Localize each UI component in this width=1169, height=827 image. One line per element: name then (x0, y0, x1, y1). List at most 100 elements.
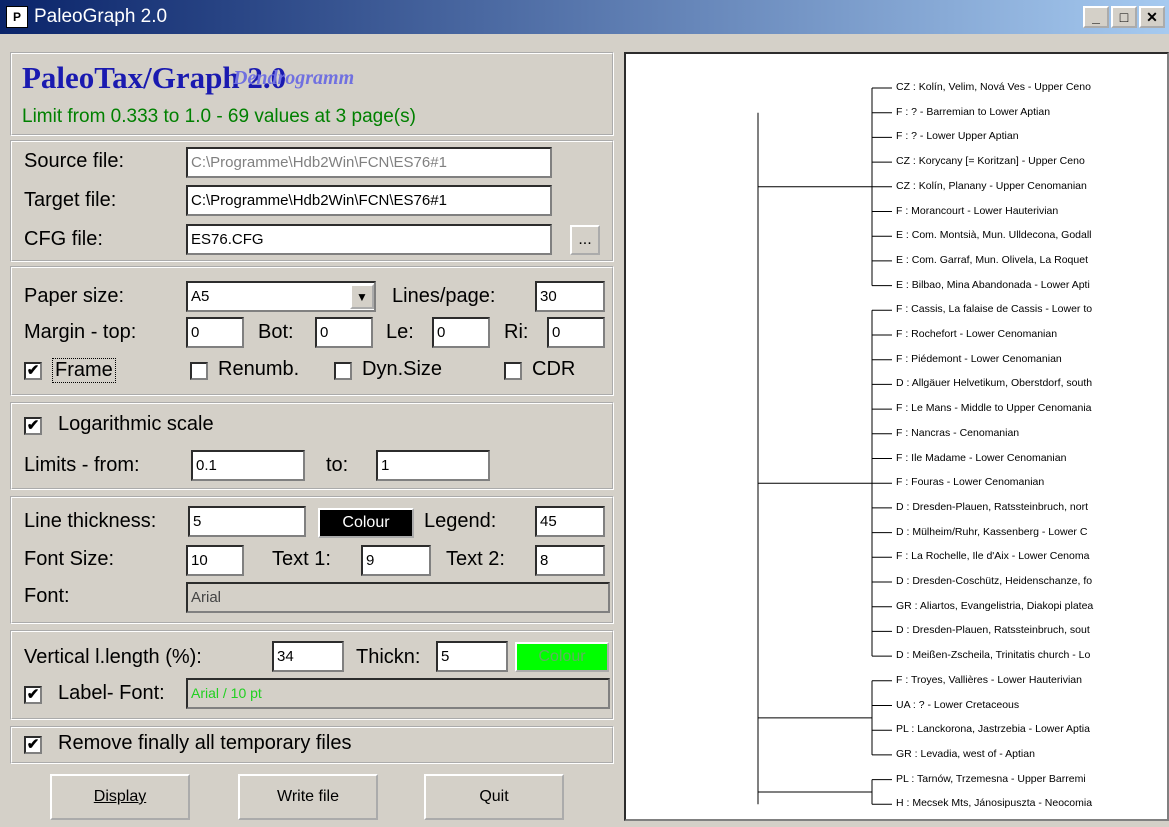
vertical-length-label: Vertical l.length (%): (24, 646, 202, 668)
margin-top-field[interactable]: 0 (186, 317, 244, 348)
target-file-label: Target file: (24, 189, 117, 211)
leaf-label: D : Dresden-Plauen, Ratssteinbruch, nort (896, 500, 1089, 513)
vertical-length-field[interactable]: 34 (272, 641, 344, 672)
logarithmic-checkbox[interactable]: ✔ (24, 417, 42, 435)
vertical-colour-button[interactable]: Colour (515, 642, 609, 672)
leaf-label: F : Le Mans - Middle to Upper Cenomania (896, 402, 1092, 415)
browse-button[interactable]: ... (570, 225, 600, 255)
minimize-button[interactable]: _ (1083, 6, 1109, 28)
logarithmic-label: Logarithmic scale (58, 413, 214, 435)
margin-right-label: Ri: (504, 321, 529, 343)
leaf-label: GR : Aliartos, Evangelistria, Diakopi pl… (896, 599, 1094, 612)
renumb-label: Renumb. (218, 358, 300, 380)
margin-left-label: Le: (386, 321, 414, 343)
limits-from-label: Limits - from: (24, 454, 140, 476)
margin-left-field[interactable]: 0 (432, 317, 490, 348)
leaf-label: F : Cassis, La falaise de Cassis - Lower… (896, 303, 1093, 316)
quit-label: Quit (479, 788, 509, 805)
renumb-checkbox[interactable] (190, 362, 208, 380)
leaf-label: D : Dresden-Coschütz, Heidenschanze, fo (896, 575, 1093, 587)
leaf-label: CZ : Korycany [= Koritzan] - Upper Ceno (896, 155, 1085, 168)
display-label: Display (93, 788, 147, 805)
cfg-file-field[interactable]: ES76.CFG (186, 224, 552, 255)
leaf-label: D : Mülheim/Ruhr, Kassenberg - Lower C (896, 525, 1088, 538)
source-file-field[interactable]: C:\Programme\Hdb2Win\FCN\ES76#1 (186, 147, 552, 178)
label-font-label: Label- Font: (58, 682, 165, 704)
paper-size-label: Paper size: (24, 285, 125, 307)
maximize-button[interactable]: □ (1111, 6, 1137, 28)
dynsize-label: Dyn.Size (362, 358, 443, 380)
vertical-thickness-label: Thickn: (356, 646, 421, 668)
leaf-label: F : Troyes, Vallières - Lower Hauterivia… (896, 673, 1082, 686)
vertical-thickness-field[interactable]: 5 (436, 641, 508, 672)
dendrogram-preview: CZ : Kolín, Velim, Nová Ves - Upper Ceno… (624, 52, 1169, 821)
margin-bottom-field[interactable]: 0 (315, 317, 373, 348)
font-size-field[interactable]: 10 (186, 545, 244, 576)
leaf-label: F : Nancras - Cenomanian (896, 426, 1020, 439)
leaf-label: D : Allgäuer Helvetikum, Oberstdorf, sou… (896, 377, 1093, 390)
frame-label: Frame (52, 358, 116, 383)
cfg-file-label: CFG file: (24, 228, 103, 250)
leaf-label: PL : Tarnów, Trzemesna - Upper Barremi (896, 772, 1086, 785)
margin-top-label: Margin - top: (24, 321, 137, 343)
line-colour-button[interactable]: Colour (318, 508, 414, 538)
paper-size-select[interactable]: A5 (186, 281, 376, 312)
close-button[interactable]: ✕ (1139, 6, 1165, 28)
display-button[interactable]: Display (50, 774, 190, 820)
line-thickness-field[interactable]: 5 (188, 506, 306, 537)
lines-per-page-field[interactable]: 30 (535, 281, 605, 312)
leaf-label: GR : Levadia, west of - Aptian (896, 747, 1035, 760)
remove-temp-checkbox[interactable]: ✔ (24, 736, 42, 754)
leaf-label: D : Meißen-Zscheila, Trinitatis church -… (896, 649, 1091, 662)
leaf-label: E : Com. Montsià, Mun. Ulldecona, Godall (896, 229, 1092, 242)
leaf-label: F : ? - Barremian to Lower Aptian (896, 105, 1051, 118)
line-thickness-label: Line thickness: (24, 510, 157, 532)
leaf-label: F : Ile Madame - Lower Cenomanian (896, 451, 1067, 464)
limits-to-field[interactable]: 1 (376, 450, 490, 481)
limit-status: Limit from 0.333 to 1.0 - 69 values at 3… (22, 106, 416, 127)
leaf-label: F : Fouras - Lower Cenomanian (896, 476, 1045, 489)
write-file-button[interactable]: Write file (238, 774, 378, 820)
label-font-checkbox[interactable]: ✔ (24, 686, 42, 704)
leaf-label: F : ? - Lower Upper Aptian (896, 130, 1019, 143)
leaf-label: PL : Lanckorona, Jastrzebia - Lower Apti… (896, 723, 1090, 736)
leaf-label: D : Dresden-Plauen, Ratssteinbruch, sout (896, 624, 1090, 637)
leaf-label: CZ : Kolín, Velim, Nová Ves - Upper Ceno (896, 81, 1091, 93)
leaf-label: UA : ? - Lower Cretaceous (896, 698, 1020, 711)
text1-field[interactable]: 9 (361, 545, 431, 576)
quit-button[interactable]: Quit (424, 774, 564, 820)
legend-label: Legend: (424, 510, 497, 532)
text2-field[interactable]: 8 (535, 545, 605, 576)
legend-field[interactable]: 45 (535, 506, 605, 537)
margin-right-field[interactable]: 0 (547, 317, 605, 348)
cdr-label: CDR (532, 358, 576, 380)
write-file-label: Write file (277, 788, 339, 805)
dynsize-checkbox[interactable] (334, 362, 352, 380)
app-icon[interactable]: P (6, 6, 28, 28)
text2-label: Text 2: (446, 548, 505, 570)
lines-per-page-label: Lines/page: (392, 285, 496, 307)
margin-bottom-label: Bot: (258, 321, 294, 343)
cdr-checkbox[interactable] (504, 362, 522, 380)
font-size-label: Font Size: (24, 548, 115, 570)
source-file-label: Source file: (24, 150, 125, 172)
leaf-label: F : Piédemont - Lower Cenomanian (896, 352, 1062, 365)
limits-to-label: to: (326, 454, 349, 476)
label-font-field[interactable]: Arial / 10 pt (186, 678, 610, 709)
font-label: Font: (24, 585, 70, 607)
limits-from-field[interactable]: 0.1 (191, 450, 305, 481)
leaf-label: F : Rochefort - Lower Cenomanian (896, 328, 1058, 340)
leaf-label: H : Mecsek Mts, Jánosipuszta - Neocomia (896, 797, 1093, 810)
remove-temp-label: Remove finally all temporary files (58, 732, 352, 754)
font-field[interactable]: Arial (186, 582, 610, 613)
target-file-field[interactable]: C:\Programme\Hdb2Win\FCN\ES76#1 (186, 185, 552, 216)
mode-subtitle: Dendrogramm (233, 67, 355, 89)
window-title: PaleoGraph 2.0 (34, 6, 168, 27)
frame-checkbox[interactable]: ✔ (24, 362, 42, 380)
window-controls: _ □ ✕ (1083, 6, 1165, 28)
leaf-label: F : La Rochelle, Ile d'Aix - Lower Cenom… (896, 550, 1090, 563)
leaf-label: F : Morancourt - Lower Hauterivian (896, 204, 1059, 217)
leaf-label: E : Bilbao, Mina Abandonada - Lower Apti (896, 278, 1090, 291)
title-bar: P PaleoGraph 2.0 _ □ ✕ (0, 0, 1169, 34)
chevron-down-icon[interactable]: ▼ (350, 284, 374, 309)
